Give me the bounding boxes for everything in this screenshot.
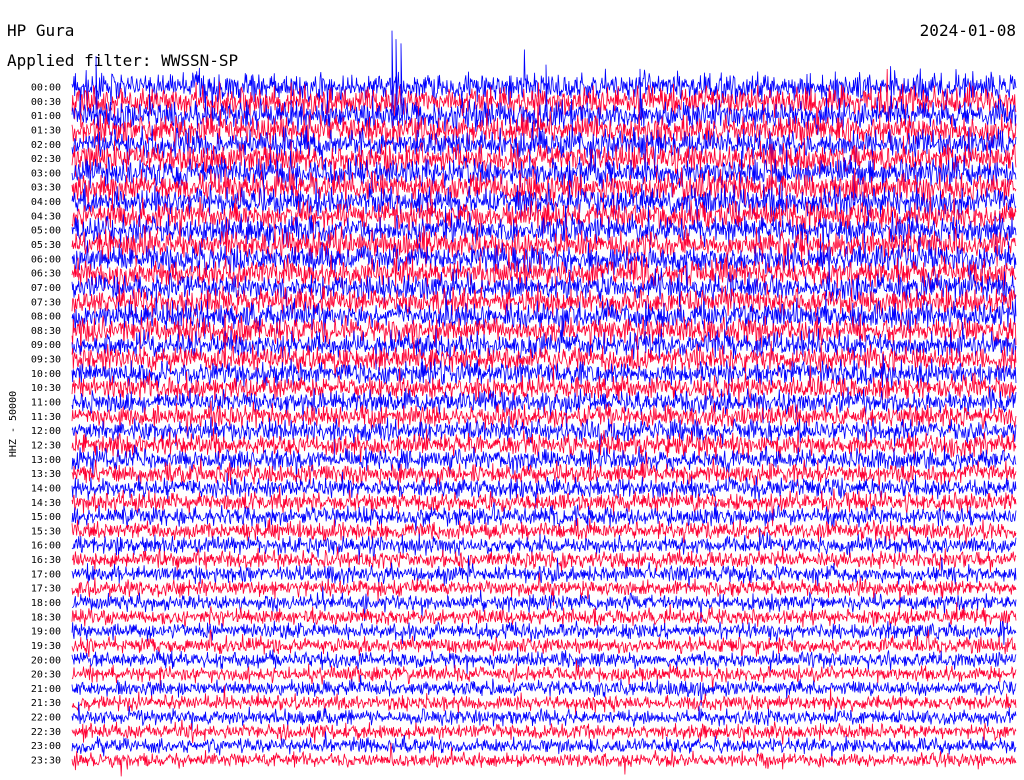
row-time-label: 21:00 xyxy=(31,684,61,695)
row-time-label: 16:00 xyxy=(31,541,61,552)
trace-line xyxy=(71,647,1017,675)
row-time-label: 06:30 xyxy=(31,269,61,280)
row-time-label: 03:30 xyxy=(31,183,61,194)
row-time-label: 02:00 xyxy=(31,140,61,151)
row-time-label: 09:00 xyxy=(31,340,61,351)
date-label: 2024-01-08 xyxy=(920,21,1016,40)
row-time-label: 15:00 xyxy=(31,512,61,523)
trace-group xyxy=(71,30,1017,777)
row-time-label: 05:00 xyxy=(31,226,61,237)
trace-line xyxy=(71,742,1017,777)
row-time-label: 14:30 xyxy=(31,498,61,509)
trace-spike xyxy=(400,43,403,126)
trace-line xyxy=(71,620,1017,646)
row-time-label: 11:00 xyxy=(31,398,61,409)
station-title: HP Gura xyxy=(7,21,74,40)
row-time-label: 12:30 xyxy=(31,441,61,452)
row-label-group: 00:00 00:30 01:00 01:30 02:00 02:30 03:00 03:30… xyxy=(31,83,61,767)
row-time-label: 17:30 xyxy=(31,584,61,595)
row-time-label: 10:00 xyxy=(31,369,61,380)
row-time-label: 19:30 xyxy=(31,641,61,652)
row-time-label: 04:00 xyxy=(31,197,61,208)
row-time-label: 18:00 xyxy=(31,598,61,609)
row-time-label: 00:00 xyxy=(31,83,61,94)
row-time-label: 17:00 xyxy=(31,569,61,580)
trace-line xyxy=(71,386,1017,427)
row-time-label: 19:00 xyxy=(31,627,61,638)
y-axis-label: HHZ - 50000 xyxy=(8,391,19,457)
row-time-label: 13:00 xyxy=(31,455,61,466)
trace-line xyxy=(71,629,1017,658)
row-time-label: 00:30 xyxy=(31,97,61,108)
row-time-label: 01:00 xyxy=(31,111,61,122)
row-time-label: 02:30 xyxy=(31,154,61,165)
row-time-label: 05:30 xyxy=(31,240,61,251)
row-time-label: 07:30 xyxy=(31,297,61,308)
row-time-label: 23:00 xyxy=(31,741,61,752)
row-time-label: 11:30 xyxy=(31,412,61,423)
helicorder-chart: HP Gura 2024-01-08 Applied filter: WWSSN… xyxy=(7,21,1017,777)
row-time-label: 14:00 xyxy=(31,483,61,494)
row-time-label: 06:00 xyxy=(31,254,61,265)
row-time-label: 08:30 xyxy=(31,326,61,337)
row-time-label: 21:30 xyxy=(31,698,61,709)
trace-spike xyxy=(391,30,394,126)
row-time-label: 22:30 xyxy=(31,727,61,738)
row-time-label: 03:00 xyxy=(31,168,61,179)
row-time-label: 23:30 xyxy=(31,756,61,767)
row-time-label: 20:30 xyxy=(31,670,61,681)
row-time-label: 15:30 xyxy=(31,526,61,537)
row-time-label: 13:30 xyxy=(31,469,61,480)
trace-line xyxy=(71,602,1017,628)
row-time-label: 10:30 xyxy=(31,383,61,394)
row-time-label: 07:00 xyxy=(31,283,61,294)
row-time-label: 20:00 xyxy=(31,655,61,666)
row-time-label: 01:30 xyxy=(31,126,61,137)
filter-label: Applied filter: WWSSN-SP xyxy=(7,51,238,70)
row-time-label: 09:30 xyxy=(31,355,61,366)
row-time-label: 18:30 xyxy=(31,612,61,623)
row-time-label: 08:00 xyxy=(31,312,61,323)
row-time-label: 04:30 xyxy=(31,211,61,222)
row-time-label: 22:00 xyxy=(31,713,61,724)
row-time-label: 12:00 xyxy=(31,426,61,437)
row-time-label: 16:30 xyxy=(31,555,61,566)
